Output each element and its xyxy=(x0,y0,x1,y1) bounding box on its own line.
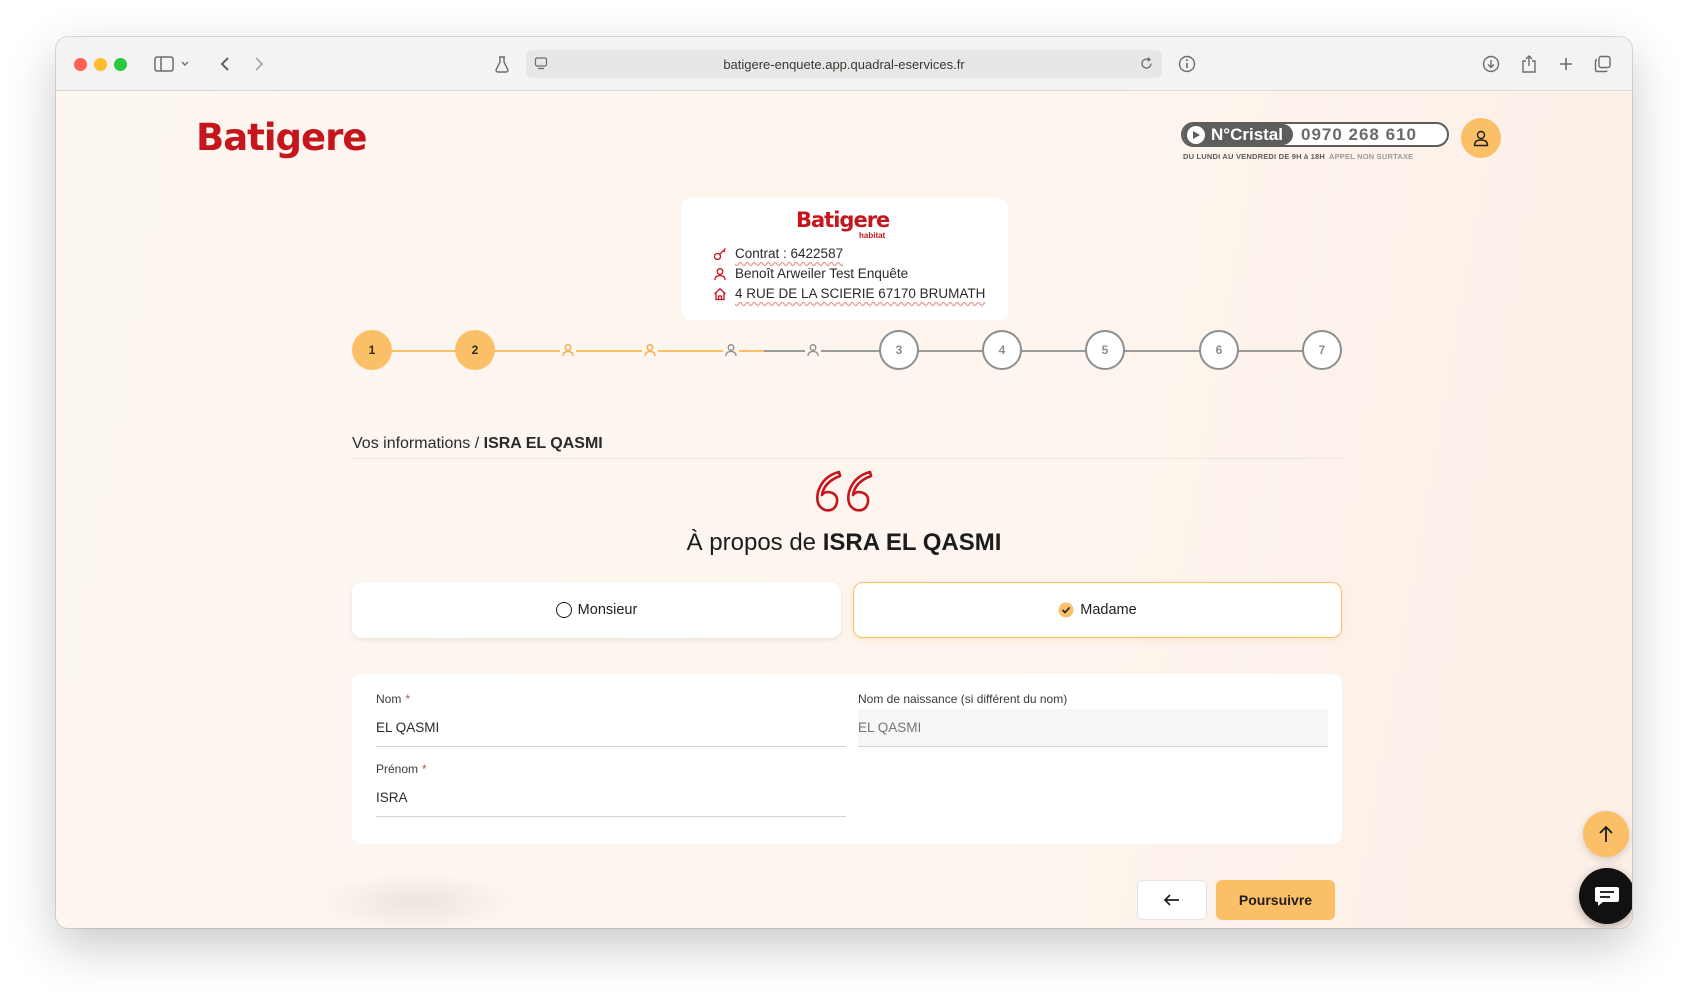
browser-toolbar: batigere-enquete.app.quadral-eservices.f… xyxy=(56,37,1632,91)
address-row: 4 RUE DE LA SCIERIE 67170 BRUMATH xyxy=(713,286,985,301)
person-substep-icon[interactable] xyxy=(723,342,739,358)
page-title: À propos de ISRA EL QASMI xyxy=(56,529,1632,557)
maximize-window-button[interactable] xyxy=(114,58,127,71)
divider xyxy=(352,458,1342,459)
nom-input[interactable] xyxy=(376,709,846,747)
nom-naissance-input[interactable] xyxy=(858,709,1328,747)
person-substep-icon[interactable] xyxy=(642,342,658,358)
chat-button[interactable] xyxy=(1579,868,1632,924)
cristal-hours: DU LUNDI AU VENDREDI DE 9H à 18H APPEL NO… xyxy=(1183,152,1413,161)
breadcrumb: Vos informations / ISRA EL QASMI xyxy=(352,435,603,453)
cristal-number: 0970 268 610 xyxy=(1300,124,1417,144)
tab-overview-icon[interactable] xyxy=(1590,51,1616,77)
sidebar-toggle-icon[interactable] xyxy=(151,51,177,77)
required-mark: * xyxy=(405,692,411,706)
title-prefix: À propos de xyxy=(686,529,823,556)
person-substep-icon[interactable] xyxy=(805,342,821,358)
batigere-habitat-logo: Batigere xyxy=(796,208,890,232)
share-icon[interactable] xyxy=(1516,51,1542,77)
back-nav-icon[interactable] xyxy=(212,51,238,77)
step-2[interactable]: 2 xyxy=(455,330,495,370)
step-4[interactable]: 4 xyxy=(982,330,1022,370)
arrow-up-icon xyxy=(1599,825,1613,842)
site-settings-icon[interactable] xyxy=(534,56,548,73)
logo-subtitle: habitat xyxy=(859,231,886,240)
breadcrumb-person: ISRA EL QASMI xyxy=(483,435,603,452)
required-mark: * xyxy=(422,762,427,776)
identity-form: Nom* Nom de naissance (si différent du n… xyxy=(352,674,1342,844)
cristal-note: APPEL NON SURTAXE xyxy=(1328,152,1414,161)
person-icon xyxy=(714,267,726,280)
address: 4 RUE DE LA SCIERIE 67170 BRUMATH xyxy=(735,286,986,301)
flask-icon[interactable] xyxy=(489,51,515,77)
chat-bubble-icon xyxy=(1595,887,1619,906)
address-bar[interactable]: batigere-enquete.app.quadral-eservices.f… xyxy=(526,50,1162,78)
person-substep-icon[interactable] xyxy=(560,342,576,358)
nom-label: Nom * xyxy=(376,692,410,706)
chevron-down-icon[interactable] xyxy=(177,51,193,77)
close-window-button[interactable] xyxy=(74,58,87,71)
new-tab-icon[interactable] xyxy=(1553,51,1579,77)
cristal-label: N°Cristal xyxy=(1211,124,1283,144)
prenom-label: Prénom * xyxy=(376,762,427,776)
user-icon xyxy=(1473,130,1489,147)
gender-option-label: Madame xyxy=(1080,602,1137,618)
step-connector xyxy=(764,350,1328,352)
radio-unchecked-icon xyxy=(555,602,572,618)
scroll-to-top-button[interactable] xyxy=(1583,811,1629,857)
previous-button[interactable] xyxy=(1137,880,1207,920)
contract-card: Batigere habitat Contrat : 6422587 Benoî… xyxy=(681,198,1008,320)
title-person: ISRA EL QASMI xyxy=(822,529,1002,556)
prenom-input[interactable] xyxy=(376,779,846,817)
nom-label-text: Nom xyxy=(376,692,402,706)
play-icon xyxy=(1187,125,1205,144)
progress-stepper: 1 2 3 4 5 6 7 xyxy=(352,329,1342,373)
home-icon xyxy=(714,287,726,300)
breadcrumb-separator: / xyxy=(470,435,484,452)
info-icon[interactable] xyxy=(1174,51,1200,77)
download-icon[interactable] xyxy=(1478,51,1504,77)
page-content: Batigere N°Cristal 0970 268 610 DU LUNDI… xyxy=(56,92,1632,928)
forward-nav-icon[interactable] xyxy=(246,51,272,77)
gender-option-monsieur[interactable]: Monsieur xyxy=(352,582,841,638)
step-1[interactable]: 1 xyxy=(352,330,392,370)
contract-number: Contrat : 6422587 xyxy=(735,246,844,261)
key-icon xyxy=(713,247,726,260)
decorative-shadow xyxy=(316,872,516,928)
quote-icon xyxy=(816,470,873,512)
url-text[interactable]: batigere-enquete.app.quadral-eservices.f… xyxy=(723,57,964,72)
batigere-logo[interactable]: Batigere xyxy=(196,116,367,159)
step-3[interactable]: 3 xyxy=(879,330,919,370)
prenom-label-text: Prénom xyxy=(376,762,419,776)
arrow-left-icon xyxy=(1163,894,1179,906)
tenant-name-row: Benoît Arweiler Test Enquête xyxy=(713,266,908,281)
continue-button[interactable]: Poursuivre xyxy=(1216,880,1335,920)
tenant-name: Benoît Arweiler Test Enquête xyxy=(735,266,909,281)
gender-option-label: Monsieur xyxy=(577,602,638,618)
nom-naissance-label: Nom de naissance (si différent du nom) xyxy=(858,692,1068,706)
reload-icon[interactable] xyxy=(1139,56,1154,74)
step-connector xyxy=(475,350,764,352)
contract-number-row: Contrat : 6422587 xyxy=(713,246,843,261)
minimize-window-button[interactable] xyxy=(94,58,107,71)
user-account-button[interactable] xyxy=(1461,118,1501,158)
step-7[interactable]: 7 xyxy=(1302,330,1342,370)
cristal-phone-badge[interactable]: N°Cristal 0970 268 610 xyxy=(1181,122,1449,147)
breadcrumb-section[interactable]: Vos informations xyxy=(352,435,470,452)
cristal-hours-text: DU LUNDI AU VENDREDI DE 9H à 18H xyxy=(1183,152,1325,161)
gender-option-madame[interactable]: Madame xyxy=(853,582,1342,638)
step-5[interactable]: 5 xyxy=(1085,330,1125,370)
check-circle-icon xyxy=(1058,602,1074,618)
browser-window: batigere-enquete.app.quadral-eservices.f… xyxy=(56,37,1632,928)
step-6[interactable]: 6 xyxy=(1199,330,1239,370)
